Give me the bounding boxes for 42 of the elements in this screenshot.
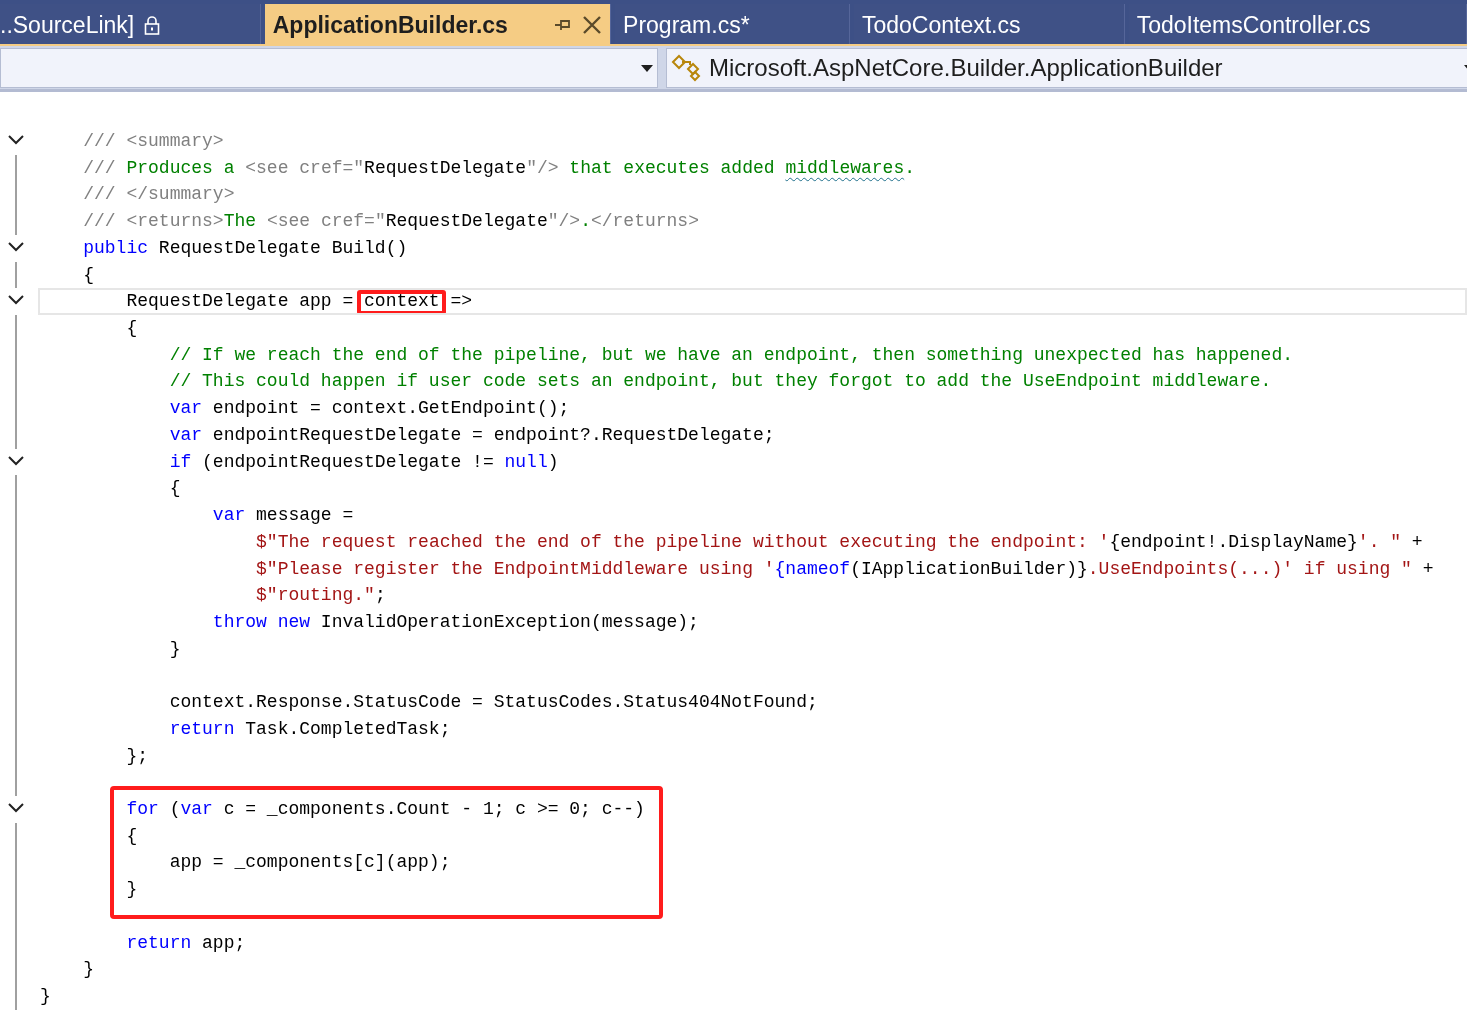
collapse-icon[interactable]	[8, 241, 24, 252]
code-line: public RequestDelegate Build()	[83, 236, 408, 260]
type-dropdown[interactable]: Microsoft.AspNetCore.Builder.ApplicationBuilder	[666, 48, 1467, 88]
code-line: }	[40, 985, 51, 1008]
code-line: }	[126, 878, 138, 902]
collapse-icon[interactable]	[8, 295, 24, 306]
code-line: /// <summary>	[83, 130, 224, 153]
code-line: /// </summary>	[83, 183, 235, 207]
caret-icon	[641, 64, 653, 72]
code-line: return app;	[126, 931, 246, 955]
code-line: };	[126, 744, 149, 768]
code-line: {	[126, 317, 138, 341]
code-line: app = _components[c](app);	[169, 851, 451, 875]
collapse-icon[interactable]	[8, 135, 24, 145]
class-icon	[671, 54, 703, 82]
code-line: var message =	[212, 504, 354, 528]
pin-icon[interactable]	[554, 18, 573, 32]
code-line: $"The request reached the end of the pipeline without executing the endpoint: '{endpoint!.DisplayName}'. " +	[256, 530, 1423, 554]
code-line: /// <returns>The <see cref="RequestDelegate"/>.</returns>	[83, 210, 699, 234]
code-line: var endpointRequestDelegate = endpoint?.RequestDelegate;	[169, 423, 775, 447]
code-line: {	[126, 824, 138, 848]
collapse-icon[interactable]	[8, 802, 24, 813]
code-line: for (var c = _components.Count - 1; c >= 0; c--)	[126, 797, 645, 821]
editor-tab[interactable]: ..SourceLink]	[0, 4, 261, 44]
code-line: return Task.CompletedTask;	[169, 717, 451, 741]
code-line: }	[83, 958, 95, 982]
code-line: // This could happen if user code sets an endpoint, but they forgot to add the UseEndpoint middleware.	[169, 370, 1272, 394]
code-line: $"Please register the EndpointMiddleware using '{nameof(IApplicationBuilder)}.UseEndpoints(...)' if using " +	[256, 557, 1434, 581]
code-line: // If we reach the end of the pipeline, but we have an endpoint, then something unexpected has happened.	[169, 343, 1293, 367]
code-line: {	[83, 263, 95, 287]
editor-tab[interactable]: ApplicationBuilder.cs	[264, 4, 612, 44]
code-line: var endpoint = context.GetEndpoint();	[169, 397, 570, 421]
code-line: RequestDelegate app = context =>	[126, 288, 473, 316]
collapse-icon[interactable]	[8, 455, 24, 466]
code-line: /// Produces a <see cref="RequestDelegate"/> that executes added middlewares.	[83, 156, 915, 180]
code-line: }	[169, 637, 181, 661]
close-icon[interactable]	[582, 15, 603, 35]
code-line: throw new InvalidOperationException(message);	[212, 610, 699, 634]
code-line: {	[169, 477, 181, 501]
code-line: if (endpointRequestDelegate != null)	[169, 450, 559, 474]
code-line: context.Response.StatusCode = StatusCodes.Status404NotFound;	[169, 691, 818, 715]
code-line: $"routing.";	[256, 584, 386, 608]
